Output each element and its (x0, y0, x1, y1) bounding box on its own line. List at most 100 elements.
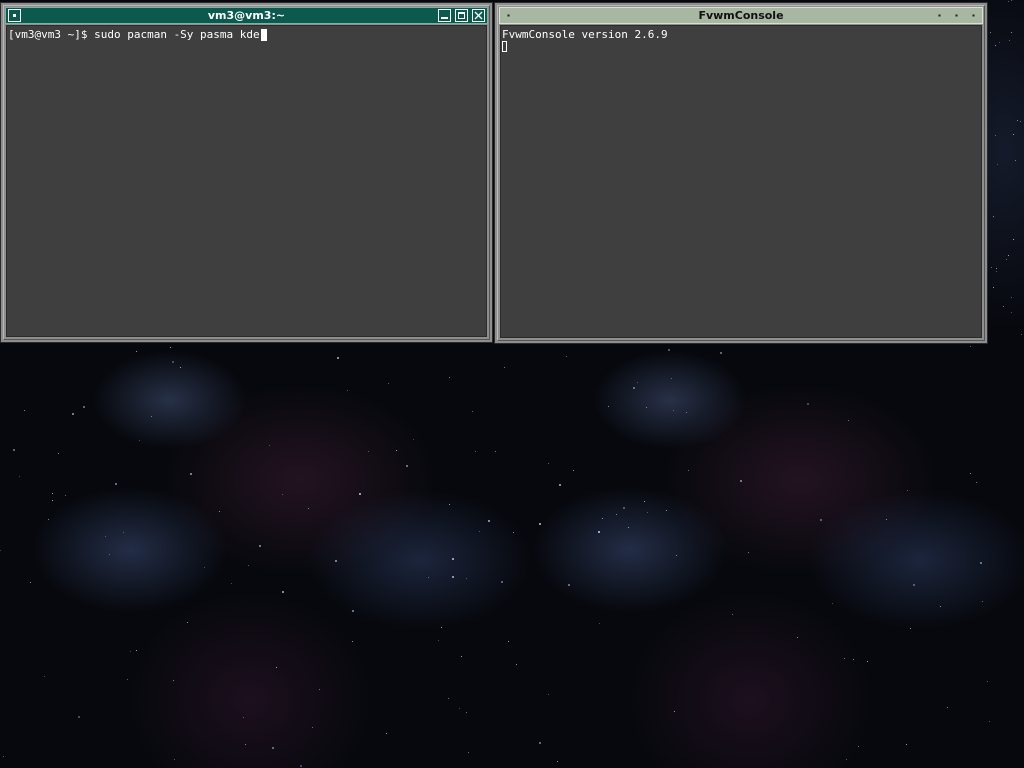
star (1013, 239, 1014, 240)
star (867, 661, 868, 662)
close-button[interactable] (967, 9, 980, 22)
maximize-button[interactable] (455, 9, 468, 22)
star (58, 453, 59, 454)
star (996, 268, 997, 269)
star (1006, 259, 1007, 260)
console-output[interactable]: FvwmConsole version 2.6.9 (500, 25, 982, 338)
close-button[interactable] (472, 9, 485, 22)
star (115, 483, 117, 485)
text-cursor (502, 41, 507, 52)
star (136, 650, 137, 651)
star (989, 721, 990, 722)
star (846, 759, 847, 760)
star (501, 581, 503, 583)
window-menu-icon (13, 14, 16, 17)
star (337, 357, 339, 359)
star (557, 761, 558, 762)
minimize-button[interactable] (933, 9, 946, 22)
star (282, 494, 283, 495)
star (886, 519, 887, 520)
command-line[interactable]: [vm3@vm3 ~]$ sudo pacman -Sy pasma kde (7, 28, 486, 41)
star (109, 554, 110, 555)
star (65, 495, 66, 496)
terminal-titlebar[interactable]: vm3@vm3:~ (5, 7, 488, 24)
star (466, 712, 467, 713)
star (906, 744, 907, 745)
star (459, 708, 460, 709)
star (599, 623, 600, 624)
maximize-button[interactable] (950, 9, 963, 22)
star (910, 628, 911, 629)
star (170, 347, 171, 348)
star (566, 356, 567, 357)
star (173, 680, 174, 681)
star (991, 267, 992, 268)
minimize-button[interactable] (438, 9, 451, 22)
window-menu-button[interactable] (8, 9, 21, 22)
shell-prompt: [vm3@vm3 ~]$ (8, 28, 95, 41)
close-icon (474, 11, 483, 20)
star (466, 578, 467, 579)
star (136, 351, 137, 352)
star (987, 681, 988, 682)
star (259, 545, 261, 547)
console-input-line[interactable] (501, 41, 981, 52)
star (539, 742, 541, 744)
star (1003, 306, 1004, 307)
star (123, 532, 124, 533)
star (3, 756, 4, 757)
star (406, 465, 408, 467)
star (127, 679, 128, 680)
star (83, 406, 85, 408)
star (616, 514, 617, 515)
star (30, 582, 31, 583)
window-menu-icon (507, 14, 510, 17)
star (13, 449, 15, 451)
star (449, 504, 450, 505)
star (832, 603, 833, 604)
star (980, 562, 982, 564)
fvwm-console-window[interactable]: FvwmConsole FvwmConsole version 2.6.9 (494, 2, 988, 344)
star (1013, 134, 1014, 135)
window-menu-button[interactable] (502, 9, 515, 22)
star (644, 501, 645, 502)
star (396, 450, 397, 451)
star (740, 480, 742, 482)
star (797, 637, 798, 638)
star (858, 746, 859, 747)
star (637, 382, 638, 383)
minimize-icon (938, 14, 941, 17)
star (748, 552, 749, 553)
terminal-window[interactable]: vm3@vm3:~ [vm3@vm3 ~]$ sudo pacman -Sy p… (0, 2, 493, 343)
star (78, 716, 80, 718)
maximize-icon (955, 14, 958, 17)
star (820, 519, 822, 521)
star (559, 484, 561, 486)
console-titlebar[interactable]: FvwmConsole (499, 7, 983, 24)
star (335, 560, 337, 562)
star (276, 667, 277, 668)
star (52, 493, 53, 494)
text-cursor (260, 28, 267, 41)
terminal-output[interactable]: [vm3@vm3 ~]$ sudo pacman -Sy pasma kde (6, 25, 487, 337)
star (947, 707, 948, 708)
star (598, 531, 600, 533)
star (187, 622, 188, 623)
star (105, 536, 106, 537)
terminal-title: vm3@vm3:~ (207, 9, 286, 22)
star (996, 271, 997, 272)
star (1017, 120, 1018, 121)
star (674, 711, 675, 712)
star (452, 558, 454, 560)
star (993, 287, 994, 288)
star (990, 32, 991, 33)
version-line: FvwmConsole version 2.6.9 (501, 28, 981, 41)
star (72, 413, 74, 415)
star (686, 412, 687, 413)
star (1011, 297, 1012, 298)
star (573, 470, 574, 471)
star (347, 390, 348, 391)
star (44, 676, 45, 677)
desktop-background[interactable]: vm3@vm3:~ [vm3@vm3 ~]$ sudo pacman -Sy p… (0, 0, 1024, 768)
star (970, 346, 971, 347)
